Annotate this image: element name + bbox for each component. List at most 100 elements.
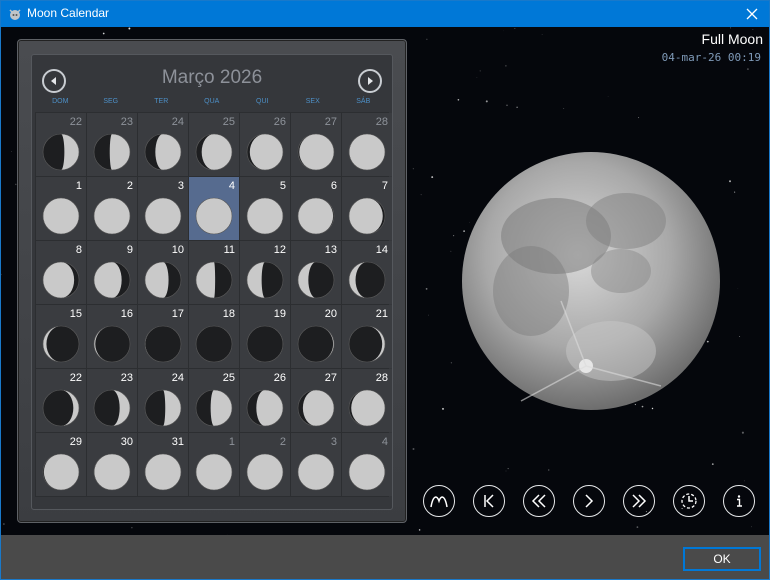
day-number: 5 [279, 180, 286, 192]
calendar-grid: 22 23 24 25 26 27 28 1 2 3 4 5 6 7 8 9 10 11 12 13 14 15 16 17 1… [35, 112, 392, 497]
calendar-day-cell[interactable]: 11 [189, 241, 239, 304]
ok-button[interactable]: OK [683, 547, 761, 571]
moon-phase-icon [195, 389, 233, 427]
moon-phase-icon [144, 325, 182, 363]
moon-phase-icon [144, 453, 182, 491]
calendar-day-cell[interactable]: 5 [240, 177, 290, 240]
calendar-day-cell[interactable]: 7 [342, 177, 392, 240]
calendar-day-cell[interactable]: 24 [138, 369, 188, 432]
calendar-day-cell[interactable]: 1 [36, 177, 86, 240]
calendar-day-cell[interactable]: 6 [291, 177, 341, 240]
calendar-day-cell[interactable]: 30 [87, 433, 137, 496]
calendar-day-cell[interactable]: 25 [189, 113, 239, 176]
moon-phase-icon [297, 453, 335, 491]
day-number: 28 [375, 116, 388, 128]
calendar-day-cell[interactable]: 14 [342, 241, 392, 304]
clock-button[interactable] [673, 485, 705, 517]
calendar-day-cell[interactable]: 25 [189, 369, 239, 432]
phase-mode-button[interactable] [423, 485, 455, 517]
calendar-day-cell[interactable]: 21 [342, 305, 392, 368]
day-number: 23 [120, 116, 133, 128]
day-number: 3 [330, 436, 337, 448]
day-number: 1 [75, 180, 82, 192]
moon-phase-icon [246, 453, 284, 491]
calendar-day-cell[interactable]: 27 [291, 113, 341, 176]
double-chevron-right-icon [632, 494, 647, 508]
calendar-day-cell[interactable]: 26 [240, 369, 290, 432]
calendar-day-cell[interactable]: 24 [138, 113, 188, 176]
first-button[interactable] [473, 485, 505, 517]
title-bar: Moon Calendar [1, 1, 769, 27]
day-number: 2 [279, 436, 286, 448]
moon-phase-icon [93, 261, 131, 299]
moon-phase-icon [348, 325, 386, 363]
moon-phase-icon [42, 389, 80, 427]
day-number: 15 [69, 308, 82, 320]
day-number: 16 [120, 308, 133, 320]
calendar-day-cell[interactable]: 4 [189, 177, 239, 240]
fast-back-button[interactable] [523, 485, 555, 517]
moon-phase-icon [42, 197, 80, 235]
info-button[interactable] [723, 485, 755, 517]
calendar-day-cell[interactable]: 23 [87, 369, 137, 432]
calendar-day-cell[interactable]: 3 [138, 177, 188, 240]
calendar-day-cell[interactable]: 3 [291, 433, 341, 496]
calendar-day-cell[interactable]: 9 [87, 241, 137, 304]
calendar-day-cell[interactable]: 2 [87, 177, 137, 240]
moon-phase-icon [93, 197, 131, 235]
next-button[interactable] [573, 485, 605, 517]
calendar-day-cell[interactable]: 8 [36, 241, 86, 304]
moon-phase-icon [348, 389, 386, 427]
moon-phase-icon [93, 325, 131, 363]
moon-phase-icon [297, 261, 335, 299]
calendar-day-cell[interactable]: 26 [240, 113, 290, 176]
day-number: 23 [120, 372, 133, 384]
app-icon [9, 9, 21, 20]
weekday-label: SÁB [356, 98, 371, 105]
moon-phase-icon [348, 197, 386, 235]
moon-phase-icon [42, 133, 80, 171]
calendar-day-cell[interactable]: 1 [189, 433, 239, 496]
calendar-day-cell[interactable]: 31 [138, 433, 188, 496]
calendar-day-cell[interactable]: 20 [291, 305, 341, 368]
moon-phase-icon [246, 261, 284, 299]
close-button[interactable] [735, 1, 769, 27]
moon-phase-icon [246, 133, 284, 171]
calendar-day-cell[interactable]: 19 [240, 305, 290, 368]
day-number: 12 [273, 244, 286, 256]
calendar-day-cell[interactable]: 18 [189, 305, 239, 368]
calendar-day-cell[interactable]: 13 [291, 241, 341, 304]
day-number: 26 [273, 116, 286, 128]
calendar-day-cell[interactable]: 29 [36, 433, 86, 496]
moon-phase-icon [144, 133, 182, 171]
calendar-day-cell[interactable]: 15 [36, 305, 86, 368]
weekday-label: DOM [52, 98, 69, 105]
phase-datetime: 04-mar-26 00:19 [661, 51, 761, 64]
calendar-day-cell[interactable]: 22 [36, 113, 86, 176]
calendar-day-cell[interactable]: 2 [240, 433, 290, 496]
moon-phase-icon [93, 133, 131, 171]
calendar-day-cell[interactable]: 28 [342, 113, 392, 176]
day-number: 6 [330, 180, 337, 192]
calendar-day-cell[interactable]: 23 [87, 113, 137, 176]
fast-forward-button[interactable] [623, 485, 655, 517]
calendar-day-cell[interactable]: 4 [342, 433, 392, 496]
weekday-label: TER [154, 98, 169, 105]
weekday-label: SEX [305, 98, 320, 105]
calendar-day-cell[interactable]: 16 [87, 305, 137, 368]
calendar-day-cell[interactable]: 22 [36, 369, 86, 432]
day-number: 22 [69, 372, 82, 384]
calendar-day-cell[interactable]: 27 [291, 369, 341, 432]
calendar-day-cell[interactable]: 10 [138, 241, 188, 304]
calendar-day-cell[interactable]: 17 [138, 305, 188, 368]
moon-phase-icon [297, 197, 335, 235]
day-number: 3 [177, 180, 184, 192]
calendar-day-cell[interactable]: 12 [240, 241, 290, 304]
moon-phase-icon [297, 133, 335, 171]
calendar-day-cell[interactable]: 28 [342, 369, 392, 432]
day-number: 25 [222, 116, 235, 128]
moon-phase-icon [42, 325, 80, 363]
next-month-button[interactable] [358, 69, 382, 93]
moon-phase-icon [42, 453, 80, 491]
day-number: 28 [375, 372, 388, 384]
